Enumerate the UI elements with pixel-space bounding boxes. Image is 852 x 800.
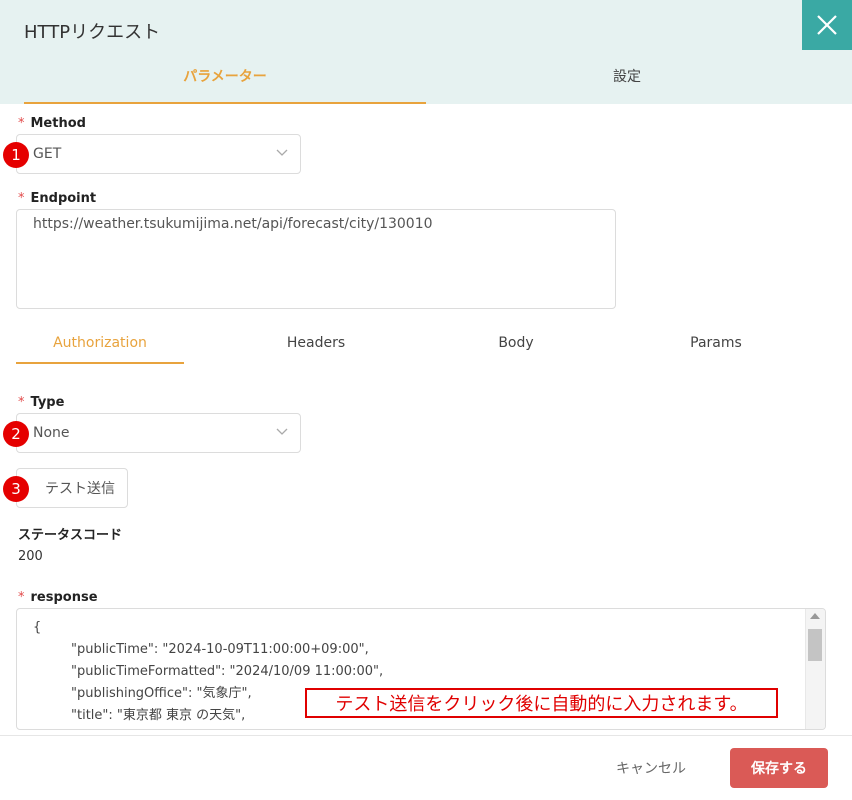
type-value: None (33, 425, 70, 441)
endpoint-label: * Endpoint (18, 191, 96, 206)
tab-parameters-label: パラメーター (183, 69, 267, 85)
method-value: GET (33, 146, 62, 162)
footer-divider (0, 735, 852, 736)
chevron-down-icon (276, 428, 288, 435)
test-send-label: テスト送信 (45, 481, 115, 497)
tab-headers[interactable]: Headers (232, 324, 400, 364)
tab-body-label: Body (498, 335, 534, 351)
type-label-text: Type (30, 395, 65, 410)
chevron-down-icon (276, 149, 288, 156)
tab-headers-label: Headers (286, 335, 346, 351)
save-button[interactable]: 保存する (730, 748, 828, 788)
dialog-title: HTTPリクエスト (24, 22, 161, 43)
method-label-text: Method (30, 116, 86, 131)
tab-settings[interactable]: 設定 (426, 66, 828, 104)
tab-params[interactable]: Params (632, 324, 800, 364)
tab-body[interactable]: Body (432, 324, 600, 364)
response-scrollbar[interactable] (805, 609, 825, 729)
test-send-button[interactable]: テスト送信 (16, 468, 128, 508)
endpoint-input[interactable]: https://weather.tsukumijima.net/api/fore… (16, 209, 616, 309)
response-label: * response (18, 590, 98, 605)
required-mark: * (18, 116, 25, 131)
scroll-thumb[interactable] (808, 629, 822, 661)
cancel-button[interactable]: キャンセル (600, 748, 702, 788)
scroll-up-arrow-icon[interactable] (810, 613, 820, 619)
tab-params-label: Params (690, 335, 742, 351)
tab-parameters[interactable]: パラメーター (24, 66, 426, 104)
status-code-value: 200 (18, 549, 43, 564)
step-badge-1: 1 (3, 142, 29, 168)
dialog-header: HTTPリクエスト パラメーター 設定 (0, 0, 852, 104)
annotation-callout: テスト送信をクリック後に自動的に入力されます。 (305, 688, 778, 718)
tab-settings-label: 設定 (613, 69, 641, 85)
endpoint-value: https://weather.tsukumijima.net/api/fore… (33, 216, 433, 232)
close-icon (817, 15, 837, 35)
method-label: * Method (18, 116, 86, 131)
step-badge-2: 2 (3, 421, 29, 447)
tab-authorization[interactable]: Authorization (16, 324, 184, 364)
close-button[interactable] (802, 0, 852, 50)
response-label-text: response (30, 590, 98, 605)
tab-authorization-label: Authorization (53, 335, 147, 351)
type-label: * Type (18, 395, 64, 410)
required-mark: * (18, 590, 25, 605)
required-mark: * (18, 395, 25, 410)
method-select[interactable]: GET (16, 134, 301, 174)
required-mark: * (18, 191, 25, 206)
response-line: "publicTimeFormatted": "2024/10/09 11:00… (71, 664, 384, 679)
status-code-label: ステータスコード (18, 528, 123, 543)
step-badge-3: 3 (3, 476, 29, 502)
type-select[interactable]: None (16, 413, 301, 453)
response-line: "publicTime": "2024-10-09T11:00:00+09:00… (71, 642, 369, 657)
endpoint-label-text: Endpoint (30, 191, 97, 206)
response-line: { (33, 620, 42, 635)
